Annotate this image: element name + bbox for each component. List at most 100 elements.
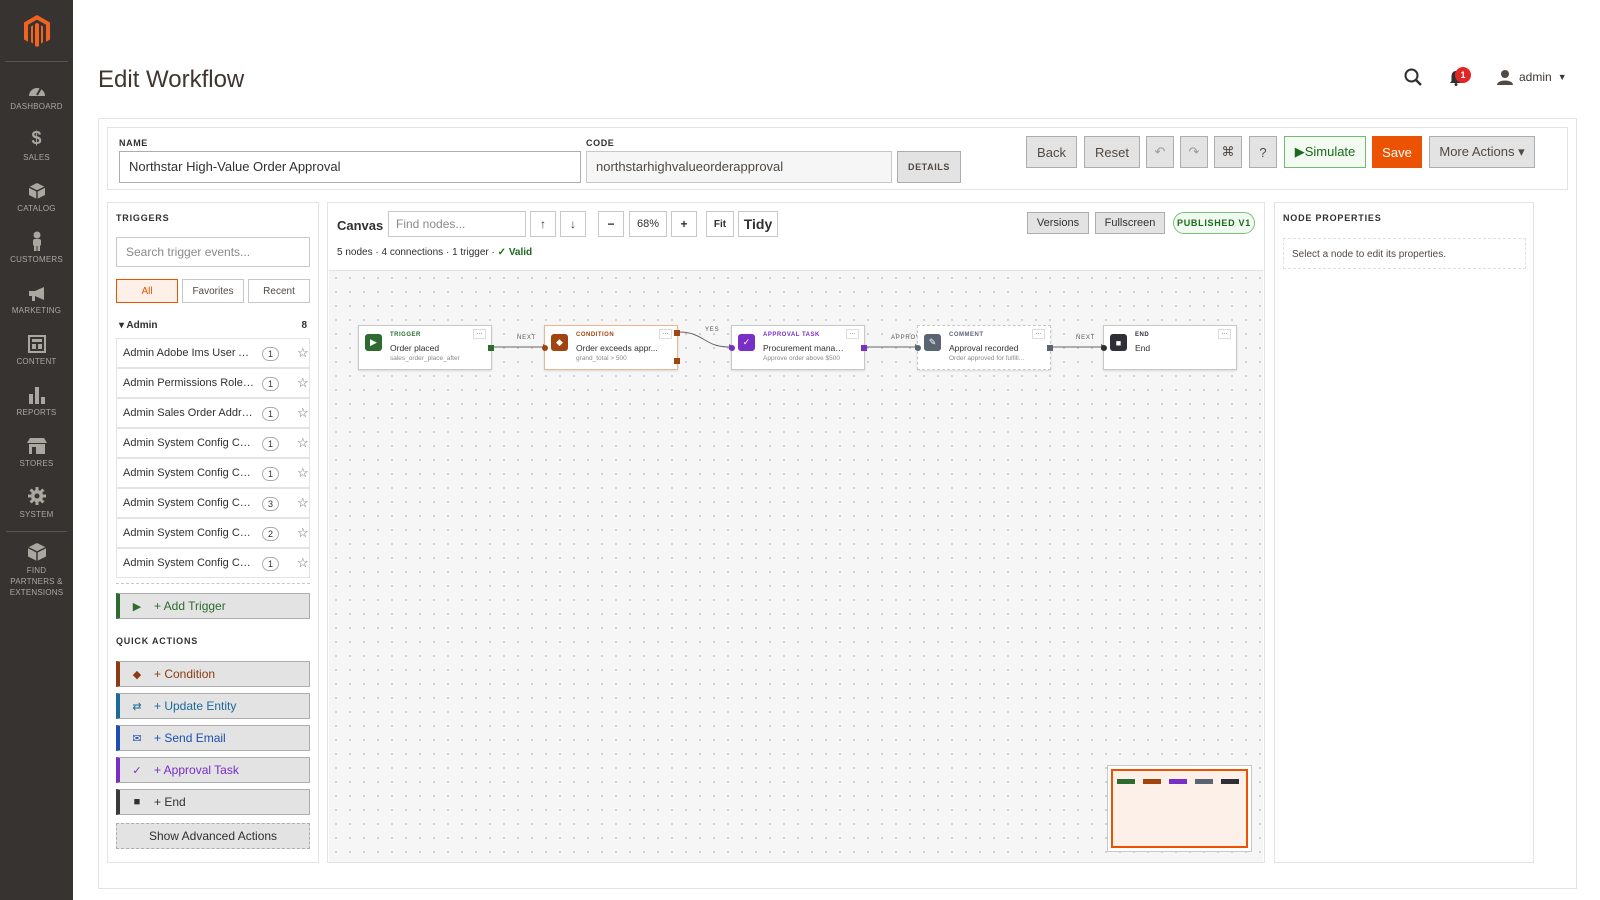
- minimap[interactable]: [1107, 765, 1252, 852]
- minimap-node: [1195, 779, 1213, 784]
- nav-dashboard[interactable]: DASHBOARD: [0, 70, 73, 121]
- tab-recent[interactable]: Recent: [248, 279, 310, 303]
- star-icon[interactable]: ☆: [297, 525, 309, 541]
- no-port[interactable]: [674, 358, 680, 364]
- zoom-level[interactable]: 68%: [629, 211, 667, 237]
- trigger-group-header[interactable]: ▾ Admin 8: [119, 320, 307, 331]
- trigger-search-input[interactable]: Search trigger events...: [116, 237, 310, 267]
- versions-button[interactable]: Versions: [1027, 212, 1089, 234]
- node-menu-button[interactable]: ...: [1032, 329, 1045, 339]
- nav-marketing[interactable]: MARKETING: [0, 274, 73, 325]
- shortcuts-button[interactable]: ⌘: [1214, 136, 1242, 168]
- input-port[interactable]: [1101, 345, 1107, 351]
- input-port[interactable]: [729, 345, 735, 351]
- add-end-button[interactable]: ■ + End: [116, 789, 310, 815]
- trigger-item[interactable]: Admin Adobe Ims User Au... 1 ☆: [116, 338, 310, 368]
- envelope-icon: ✉: [132, 732, 142, 745]
- node-name: Order placed: [390, 343, 440, 353]
- triggers-title: TRIGGERS: [116, 213, 170, 223]
- workflow-node-approval-task[interactable]: ✓ APPROVAL TASK Procurement manag... App…: [729, 325, 867, 370]
- add-condition-button[interactable]: ◆ + Condition: [116, 661, 310, 687]
- output-port[interactable]: [488, 345, 494, 351]
- trigger-item[interactable]: Admin System Config Cha... 3 ☆: [116, 488, 310, 518]
- input-port[interactable]: [542, 345, 548, 351]
- yes-port[interactable]: [674, 330, 680, 336]
- group-name: ▾ Admin: [119, 320, 158, 331]
- find-nodes-input[interactable]: Find nodes...: [388, 211, 526, 237]
- node-menu-button[interactable]: ...: [473, 329, 486, 339]
- magento-logo[interactable]: [5, 0, 68, 62]
- undo-button[interactable]: ↶: [1146, 136, 1174, 168]
- edge-label: YES: [705, 327, 720, 333]
- output-port[interactable]: [1047, 345, 1053, 351]
- trigger-item[interactable]: Admin System Config Cha... 1 ☆: [116, 428, 310, 458]
- redo-button[interactable]: ↷: [1180, 136, 1208, 168]
- code-input[interactable]: northstarhighvalueorderapproval: [586, 151, 892, 183]
- input-port[interactable]: [915, 345, 921, 351]
- help-button[interactable]: ?: [1249, 136, 1277, 168]
- tidy-button[interactable]: Tidy: [738, 211, 778, 237]
- zoom-out-button[interactable]: −: [598, 211, 624, 237]
- nav-partners[interactable]: FIND PARTNERS & EXTENSIONS: [0, 534, 73, 597]
- store-icon: [26, 435, 48, 455]
- tab-favorites[interactable]: Favorites: [182, 279, 244, 303]
- reset-button[interactable]: Reset: [1084, 136, 1140, 168]
- more-actions-button[interactable]: More Actions ▾: [1429, 136, 1535, 168]
- add-update-entity-button[interactable]: ⇄ + Update Entity: [116, 693, 310, 719]
- node-type: CONDITION: [576, 332, 615, 338]
- search-icon[interactable]: [1404, 68, 1422, 91]
- next-match-button[interactable]: ↓: [560, 211, 586, 237]
- trigger-item[interactable]: Admin System Config Cha... 1 ☆: [116, 548, 310, 578]
- nav-catalog[interactable]: CATALOG: [0, 172, 73, 223]
- play-icon: ▶: [132, 600, 142, 613]
- swap-icon: ⇄: [132, 700, 142, 713]
- star-icon[interactable]: ☆: [297, 495, 309, 511]
- fullscreen-button[interactable]: Fullscreen: [1095, 212, 1165, 234]
- trigger-item[interactable]: Admin System Config Cha... 1 ☆: [116, 458, 310, 488]
- quick-actions-title: QUICK ACTIONS: [116, 636, 199, 646]
- workflow-node-condition[interactable]: ◆ CONDITION Order exceeds appr... grand_…: [542, 325, 680, 370]
- nav-sales[interactable]: $ SALES: [0, 121, 73, 172]
- trigger-item[interactable]: Admin Permissions Role P... 1 ☆: [116, 368, 310, 398]
- workflow-node-trigger[interactable]: ▶ TRIGGER Order placed sales_order_place…: [358, 325, 494, 370]
- trigger-count: 1: [262, 437, 279, 451]
- workflow-canvas[interactable]: NEXT YES APPROV NEXT ▶ TRIGGER Order pla…: [329, 270, 1263, 862]
- nav-content[interactable]: CONTENT: [0, 325, 73, 376]
- add-send-email-button[interactable]: ✉ + Send Email: [116, 725, 310, 751]
- megaphone-icon: [27, 282, 47, 302]
- name-input[interactable]: Northstar High-Value Order Approval: [119, 151, 581, 183]
- trigger-item[interactable]: Admin Sales Order Addre... 1 ☆: [116, 398, 310, 428]
- previous-match-button[interactable]: ↑: [530, 211, 556, 237]
- output-port[interactable]: [861, 345, 867, 351]
- star-icon[interactable]: ☆: [297, 555, 309, 571]
- star-icon[interactable]: ☆: [297, 345, 309, 361]
- zoom-in-button[interactable]: +: [671, 211, 697, 237]
- nav-stores[interactable]: STORES: [0, 427, 73, 478]
- star-icon[interactable]: ☆: [297, 465, 309, 481]
- details-button[interactable]: DETAILS: [897, 151, 961, 183]
- workflow-node-comment[interactable]: ✎ COMMENT Approval recorded Order approv…: [915, 325, 1053, 370]
- node-menu-button[interactable]: ...: [846, 329, 859, 339]
- save-button[interactable]: Save: [1372, 136, 1422, 168]
- show-advanced-actions-button[interactable]: Show Advanced Actions: [116, 823, 310, 849]
- fit-button[interactable]: Fit: [706, 211, 734, 237]
- node-menu-button[interactable]: ...: [1218, 329, 1231, 339]
- page-title: Edit Workflow: [98, 66, 245, 93]
- workflow-node-end[interactable]: ■ END End ...: [1101, 325, 1237, 370]
- minimap-viewport[interactable]: [1111, 769, 1248, 848]
- star-icon[interactable]: ☆: [297, 435, 309, 451]
- simulate-button[interactable]: ▶Simulate: [1284, 136, 1366, 168]
- add-trigger-button[interactable]: ▶ + Add Trigger: [116, 593, 310, 619]
- user-menu[interactable]: admin ▼: [1497, 69, 1567, 85]
- back-button[interactable]: Back: [1026, 136, 1077, 168]
- star-icon[interactable]: ☆: [297, 375, 309, 391]
- tab-all[interactable]: All: [116, 279, 178, 303]
- add-approval-task-button[interactable]: ✓ + Approval Task: [116, 757, 310, 783]
- nav-customers[interactable]: CUSTOMERS: [0, 223, 73, 274]
- edge-label: NEXT: [517, 335, 537, 341]
- trigger-item[interactable]: Admin System Config Cha... 2 ☆: [116, 518, 310, 548]
- star-icon[interactable]: ☆: [297, 405, 309, 421]
- node-menu-button[interactable]: ...: [659, 329, 672, 339]
- nav-system[interactable]: SYSTEM: [0, 478, 73, 529]
- nav-reports[interactable]: REPORTS: [0, 376, 73, 427]
